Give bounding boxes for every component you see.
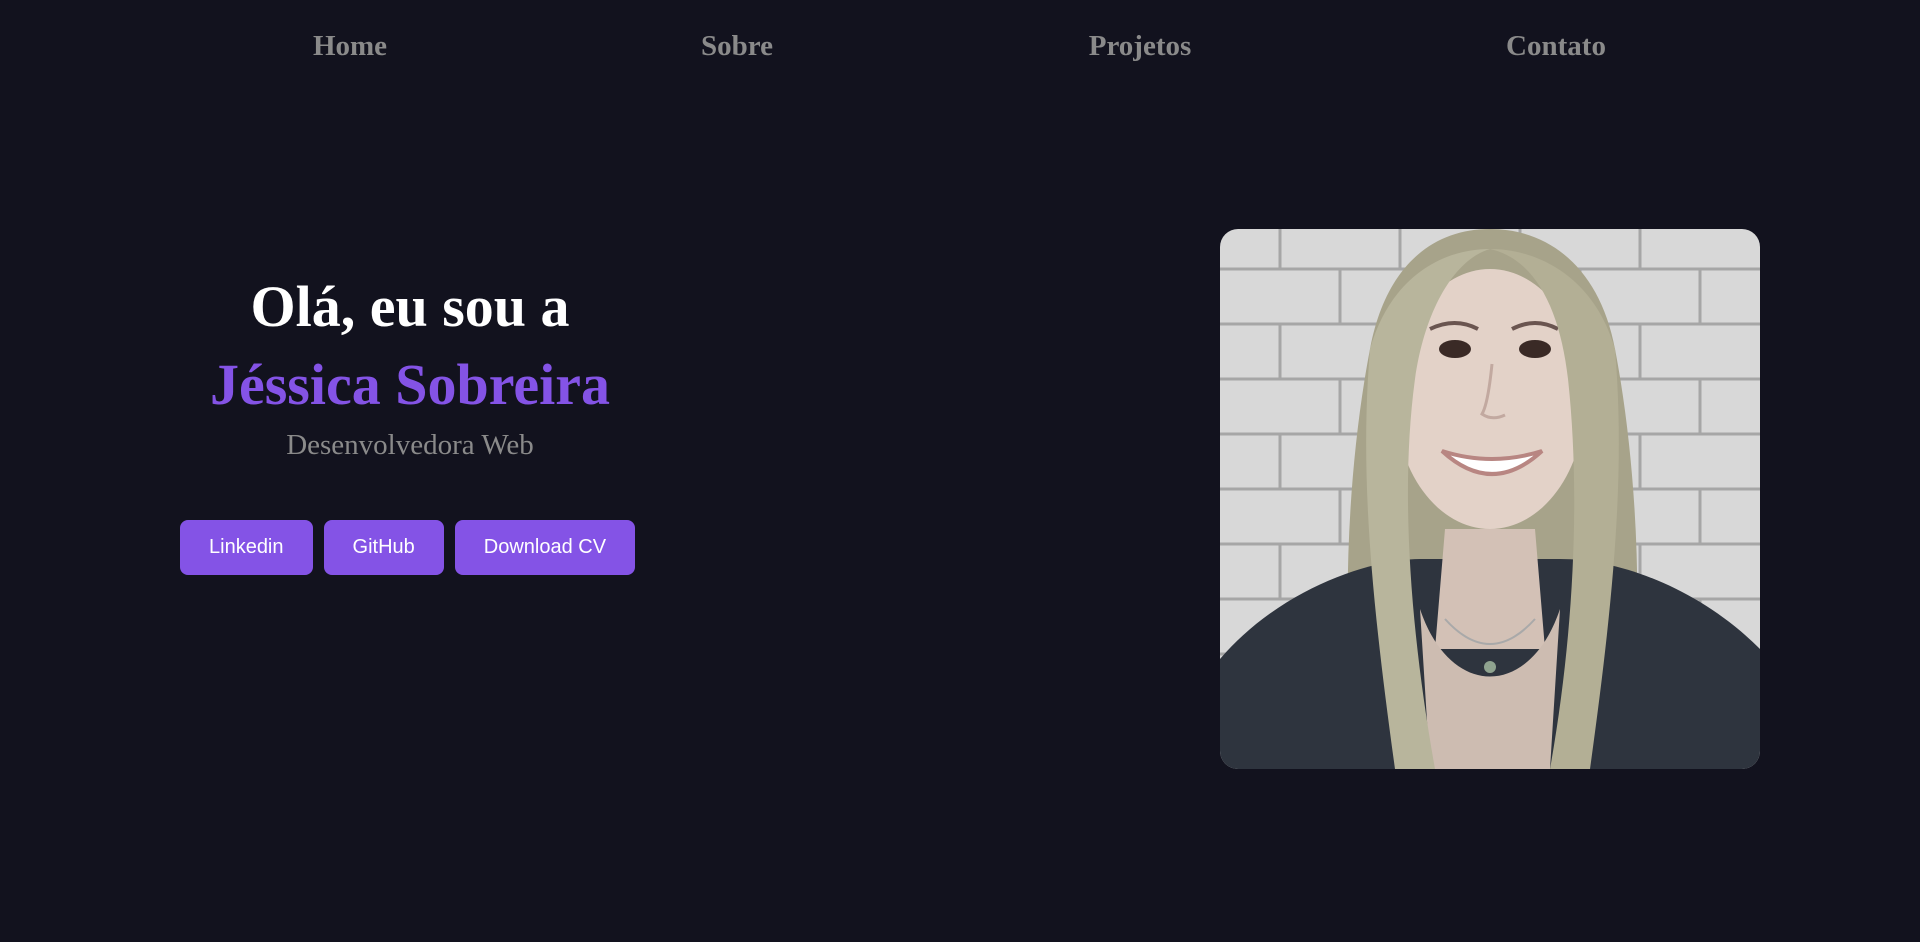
- hero-intro: Olá, eu sou a Jéssica Sobreira Desenvolv…: [180, 265, 640, 467]
- profile-photo-illustration: [1220, 229, 1760, 769]
- download-cv-button[interactable]: Download CV: [454, 520, 636, 575]
- github-button[interactable]: GitHub: [323, 520, 444, 575]
- nav-link-projetos[interactable]: Projetos: [1089, 30, 1192, 63]
- profile-photo: [1220, 229, 1760, 769]
- linkedin-button[interactable]: Linkedin: [180, 520, 313, 575]
- nav-link-home[interactable]: Home: [313, 30, 387, 63]
- hero-role: Desenvolvedora Web: [286, 429, 534, 461]
- hero-buttons: Linkedin GitHub Download CV: [180, 520, 636, 575]
- nav-link-contato[interactable]: Contato: [1506, 30, 1606, 63]
- nav-link-sobre[interactable]: Sobre: [701, 30, 773, 63]
- hero-name: Jéssica Sobreira: [209, 352, 611, 417]
- hero-greeting: Olá, eu sou a: [250, 274, 570, 339]
- main-nav: Home Sobre Projetos Contato: [0, 0, 1920, 100]
